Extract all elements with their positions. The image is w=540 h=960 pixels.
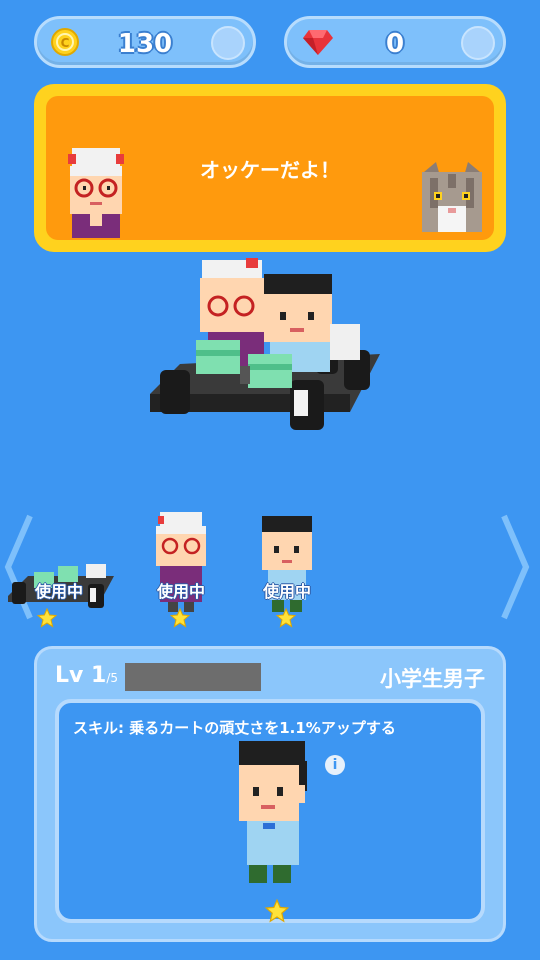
carousel-right-arrow[interactable] [494,512,534,622]
character-slot-boy[interactable]: 使用中 [232,512,342,632]
coin-counter[interactable]: C 130 [34,16,256,68]
level-label: Lv 1/5 [55,663,118,688]
skill-box: スキル: 乗るカートの頑丈さを1.1%アップする i [55,699,485,923]
level-value: Lv 1 [55,663,107,688]
star-icon [276,608,296,628]
character-info-panel: Lv 1/5 小学生男子 スキル: 乗るカートの頑丈さを1.1%アップする i [34,646,506,942]
star-icon [37,608,57,628]
star-icon [170,608,190,628]
in-use-badge: 使用中 [156,582,205,601]
info-icon[interactable]: i [325,755,345,775]
dialog-banner: オッケーだよ！ [34,84,506,252]
grandma-portrait [68,148,124,238]
in-use-badge: 使用中 [262,582,311,601]
cat-portrait [422,162,482,232]
star-icon [264,899,290,923]
in-use-badge: 使用中 [34,582,83,601]
level-max: /5 [106,671,119,685]
boy-large-figure [239,741,307,883]
kart-preview [150,258,380,430]
skill-description: スキル: 乗るカートの頑丈さを1.1%アップする [73,719,396,737]
add-gems-button[interactable] [461,26,495,60]
gem-counter[interactable]: 0 [284,16,506,68]
character-slot-kart[interactable]: 使用中 [4,512,114,632]
character-name: 小学生男子 [380,667,485,691]
character-slot-grandma[interactable]: 使用中 [126,512,236,632]
level-progress-bar [125,663,261,691]
add-coins-button[interactable] [211,26,245,60]
